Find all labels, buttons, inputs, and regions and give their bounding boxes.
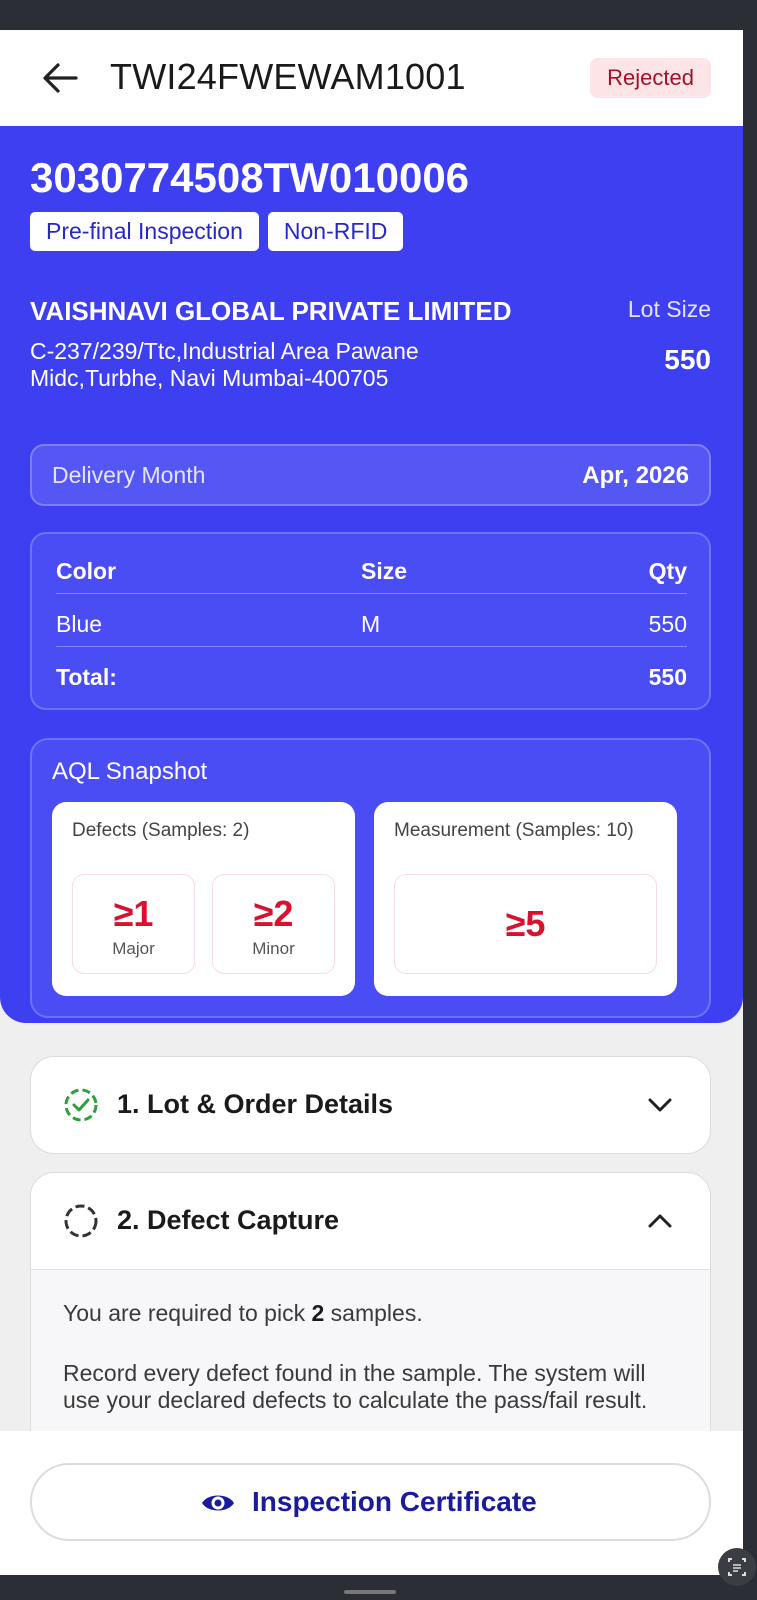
eye-icon bbox=[200, 1487, 236, 1519]
section-defect-capture-label: 2. Defect Capture bbox=[117, 1205, 340, 1235]
minor-threshold-value: ≥2 bbox=[253, 893, 294, 934]
status-badge: Rejected bbox=[590, 58, 711, 98]
company-name: VAISHNAVI GLOBAL PRIVATE LIMITED bbox=[30, 296, 512, 326]
measurement-threshold: ≥5 bbox=[394, 874, 657, 974]
tag-rfid: Non-RFID bbox=[267, 212, 404, 251]
sample-instruction: You are required to pick 2 samples. bbox=[63, 1300, 423, 1327]
defects-card-title: Defects (Samples: 2) bbox=[72, 820, 250, 841]
section-lot-order-label: 1. Lot & Order Details bbox=[117, 1089, 394, 1119]
column-header-color: Color bbox=[56, 558, 117, 584]
delivery-month-value: Apr, 2026 bbox=[582, 462, 689, 489]
measurement-card-title: Measurement (Samples: 10) bbox=[394, 820, 634, 841]
aql-snapshot: AQL Snapshot Defects (Samples: 2) ≥1 Maj… bbox=[30, 738, 711, 1018]
tag-inspection-type: Pre-final Inspection bbox=[30, 212, 259, 251]
top-app-bar: TWI24FWEWAM1001 Rejected bbox=[0, 30, 743, 126]
minor-threshold: ≥2 Minor bbox=[212, 874, 335, 974]
chevron-down-icon bbox=[646, 1091, 674, 1119]
inspection-certificate-label: Inspection Certificate bbox=[252, 1486, 537, 1517]
status-bar bbox=[0, 0, 757, 30]
total-label: Total: bbox=[56, 664, 117, 690]
app-screen: TWI24FWEWAM1001 Rejected 3030774508TW010… bbox=[0, 30, 743, 1575]
column-header-size: Size bbox=[361, 558, 408, 584]
major-threshold: ≥1 Major bbox=[72, 874, 195, 974]
home-indicator[interactable] bbox=[344, 1590, 396, 1594]
measurement-card: Measurement (Samples: 10) ≥5 bbox=[374, 802, 677, 996]
section-defect-capture-header[interactable]: 2. Defect Capture bbox=[31, 1173, 710, 1269]
lot-size-label: Lot Size bbox=[627, 296, 711, 322]
table-total-row: Total: 550 bbox=[56, 648, 687, 700]
inspection-summary-panel: 3030774508TW010006 Pre-final Inspection … bbox=[0, 126, 743, 1023]
pending-circle-icon bbox=[63, 1203, 99, 1239]
tag-list: Pre-final Inspection Non-RFID bbox=[30, 212, 404, 251]
table-header-row: Color Size Qty bbox=[56, 542, 687, 594]
color-size-table: Color Size Qty Blue M 550 Total: 550 bbox=[30, 532, 711, 710]
page-title: TWI24FWEWAM1001 bbox=[110, 56, 466, 97]
major-threshold-value: ≥1 bbox=[113, 893, 154, 934]
po-number: 3030774508TW010006 bbox=[30, 154, 470, 201]
sample-instruction-suffix: samples. bbox=[324, 1300, 423, 1326]
company-address: C-237/239/Ttc,Industrial Area Pawane Mid… bbox=[30, 338, 419, 391]
scan-text-icon[interactable] bbox=[718, 1548, 756, 1586]
defects-card: Defects (Samples: 2) ≥1 Major ≥2 Minor bbox=[52, 802, 355, 996]
delivery-month-label: Delivery Month bbox=[52, 462, 206, 488]
cell-color: Blue bbox=[56, 611, 103, 637]
cell-size: M bbox=[361, 611, 381, 637]
delivery-month-box: Delivery Month Apr, 2026 bbox=[30, 444, 711, 506]
section-lot-order-details: 1. Lot & Order Details bbox=[30, 1056, 711, 1154]
system-nav-bar bbox=[0, 1575, 757, 1600]
minor-threshold-label: Minor bbox=[252, 939, 295, 958]
sample-instruction-prefix: You are required to pick bbox=[63, 1300, 312, 1326]
major-threshold-label: Major bbox=[112, 939, 155, 958]
aql-title: AQL Snapshot bbox=[52, 758, 208, 785]
column-header-qty: Qty bbox=[648, 558, 687, 584]
check-circle-icon bbox=[63, 1087, 99, 1123]
section-lot-order-header[interactable]: 1. Lot & Order Details bbox=[31, 1057, 710, 1153]
sample-count: 2 bbox=[311, 1300, 325, 1326]
cell-qty: 550 bbox=[648, 611, 687, 637]
back-arrow-icon[interactable] bbox=[40, 60, 80, 96]
total-value: 550 bbox=[648, 664, 687, 690]
chevron-up-icon bbox=[646, 1207, 674, 1235]
lot-size-value: 550 bbox=[664, 344, 711, 375]
inspection-certificate-button[interactable]: Inspection Certificate bbox=[30, 1463, 711, 1541]
measurement-threshold-value: ≥5 bbox=[505, 903, 546, 944]
table-row: Blue M 550 bbox=[56, 595, 687, 647]
defect-capture-description: Record every defect found in the sample.… bbox=[63, 1360, 648, 1413]
bottom-action-bar: Inspection Certificate bbox=[0, 1431, 743, 1575]
